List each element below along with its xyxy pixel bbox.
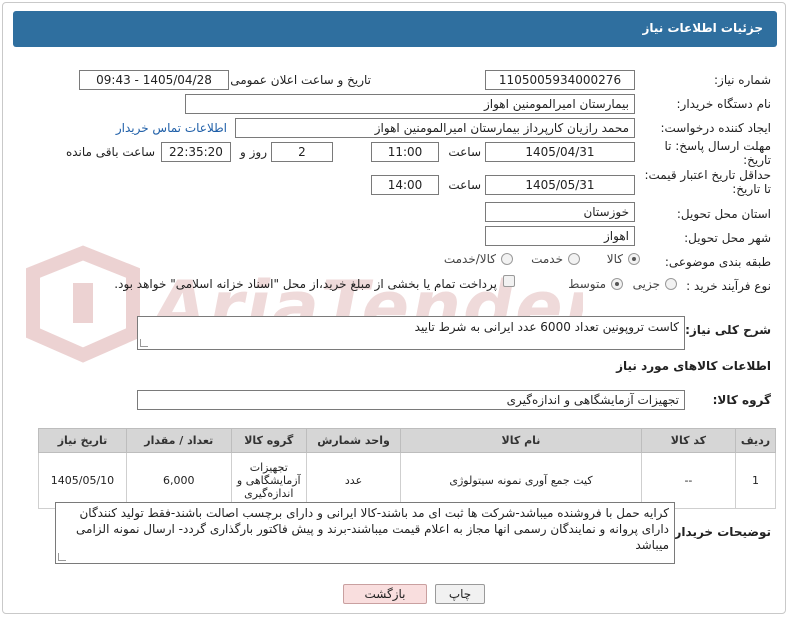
process-radio-medium[interactable] — [611, 278, 623, 290]
panel-title: جزئیات اطلاعات نیاز — [642, 21, 763, 35]
province-value: خوزستان — [485, 202, 635, 222]
reply-deadline-time: 11:00 — [371, 142, 439, 162]
buyer-org-label: نام دستگاه خریدار: — [676, 97, 772, 111]
col-name: نام کالا — [400, 428, 642, 453]
price-validity-time-label: ساعت — [448, 178, 481, 192]
reply-deadline-remaining: 22:35:20 — [161, 142, 231, 162]
category-label: طبقه بندی موضوعی: — [664, 255, 771, 269]
print-button[interactable]: چاپ — [435, 584, 485, 604]
reply-deadline-label-line1: مهلت ارسال پاسخ: تا — [664, 139, 771, 153]
cell-unit: عدد — [305, 452, 402, 509]
reply-deadline-time-label: ساعت — [448, 145, 481, 159]
cell-row: 1 — [735, 452, 776, 509]
city-label: شهر محل تحویل: — [684, 231, 771, 245]
col-date: تاریخ نیاز — [38, 428, 127, 453]
back-button[interactable]: بازگشت — [343, 584, 427, 604]
treasury-checkbox[interactable] — [503, 275, 515, 287]
watermark-emblem-icon — [26, 245, 140, 363]
requester-value: محمد رازیان کارپرداز بیمارستان امیرالموم… — [235, 118, 635, 138]
panel-header: جزئیات اطلاعات نیاز — [13, 11, 777, 47]
price-validity-date: 1405/05/31 — [485, 175, 635, 195]
price-validity-time: 14:00 — [371, 175, 439, 195]
goods-group-value: تجهیزات آزمایشگاهی و اندازه‌گیری — [137, 390, 685, 410]
col-unit: واحد شمارش — [305, 428, 402, 453]
cell-qty: 6,000 — [125, 452, 232, 509]
goods-section-title: اطلاعات کالاهای مورد نیاز — [616, 359, 771, 373]
category-radio-goods[interactable] — [628, 253, 640, 265]
resize-grip-icon[interactable] — [140, 339, 148, 347]
details-panel: جزئیات اطلاعات نیاز AriaTender.neT شماره… — [2, 2, 786, 614]
description-textarea[interactable]: کاست تروپونین تعداد 6000 عدد ایرانی به ش… — [137, 316, 685, 350]
buyer-notes-label: توضیحات خریدار: — [669, 525, 771, 539]
description-label: شرح کلی نیاز: — [685, 323, 771, 337]
treasury-note: پرداخت تمام یا بخشی از مبلغ خرید،از محل … — [114, 277, 497, 291]
resize-grip-icon[interactable] — [58, 553, 66, 561]
cell-code: -- — [640, 452, 737, 509]
category-option-goods-service: کالا/خدمت — [443, 252, 496, 266]
col-group: گروه کالا — [230, 428, 307, 453]
goods-group-label: گروه کالا: — [712, 393, 771, 407]
col-qty: تعداد / مقدار — [125, 428, 232, 453]
cell-date: 1405/05/10 — [38, 452, 127, 509]
category-radio-service[interactable] — [568, 253, 580, 265]
reply-deadline-date: 1405/04/31 — [485, 142, 635, 162]
col-code: کد کالا — [640, 428, 737, 453]
price-validity-label-line2: تا تاریخ: — [732, 182, 771, 196]
category-option-service: خدمت — [531, 252, 563, 266]
city-value: اهواز — [485, 226, 635, 246]
need-number-value: 1105005934000276 — [485, 70, 635, 90]
reply-deadline-label-line2: تاریخ: — [743, 153, 771, 167]
reply-deadline-days: 2 — [271, 142, 333, 162]
announce-date-label: تاریخ و ساعت اعلان عمومی: — [226, 73, 371, 87]
cell-group: تجهیزات آزمایشگاهی و اندازه‌گیری — [230, 452, 307, 509]
table-row: 1 -- کیت جمع آوری نمونه سیتولوژی عدد تجه… — [38, 452, 776, 509]
reply-deadline-days-label: روز و — [240, 145, 267, 159]
reply-deadline-remaining-label: ساعت باقی مانده — [65, 145, 155, 159]
category-radio-goods-service[interactable] — [501, 253, 513, 265]
buyer-notes-textarea[interactable]: کرایه حمل با فروشنده میباشد-شرکت ها ثبت … — [55, 502, 675, 564]
need-number-label: شماره نیاز: — [714, 73, 771, 87]
description-text: کاست تروپونین تعداد 6000 عدد ایرانی به ش… — [414, 320, 679, 334]
buyer-contact-link[interactable]: اطلاعات تماس خریدار — [116, 121, 227, 135]
process-label: نوع فرآیند خرید : — [686, 279, 771, 293]
price-validity-label-line1: حداقل تاریخ اعتبار قیمت: — [644, 168, 771, 182]
process-option-medium: متوسط — [568, 277, 606, 291]
buyer-notes-text: کرایه حمل با فروشنده میباشد-شرکت ها ثبت … — [76, 506, 669, 552]
category-option-goods: کالا — [606, 252, 623, 266]
goods-table-header: ردیف کد کالا نام کالا واحد شمارش گروه کا… — [38, 428, 776, 453]
col-row: ردیف — [735, 428, 776, 453]
cell-name: کیت جمع آوری نمونه سیتولوژی — [400, 452, 642, 509]
goods-table: ردیف کد کالا نام کالا واحد شمارش گروه کا… — [38, 428, 776, 509]
process-option-minor: جزیی — [632, 277, 660, 291]
announce-date-value: 1405/04/28 - 09:43 — [79, 70, 229, 90]
buyer-org-value: بیمارستان امیرالمومنین اهواز — [185, 94, 635, 114]
requester-label: ایجاد کننده درخواست: — [660, 121, 771, 135]
province-label: استان محل تحویل: — [676, 207, 771, 221]
process-radio-minor[interactable] — [665, 278, 677, 290]
